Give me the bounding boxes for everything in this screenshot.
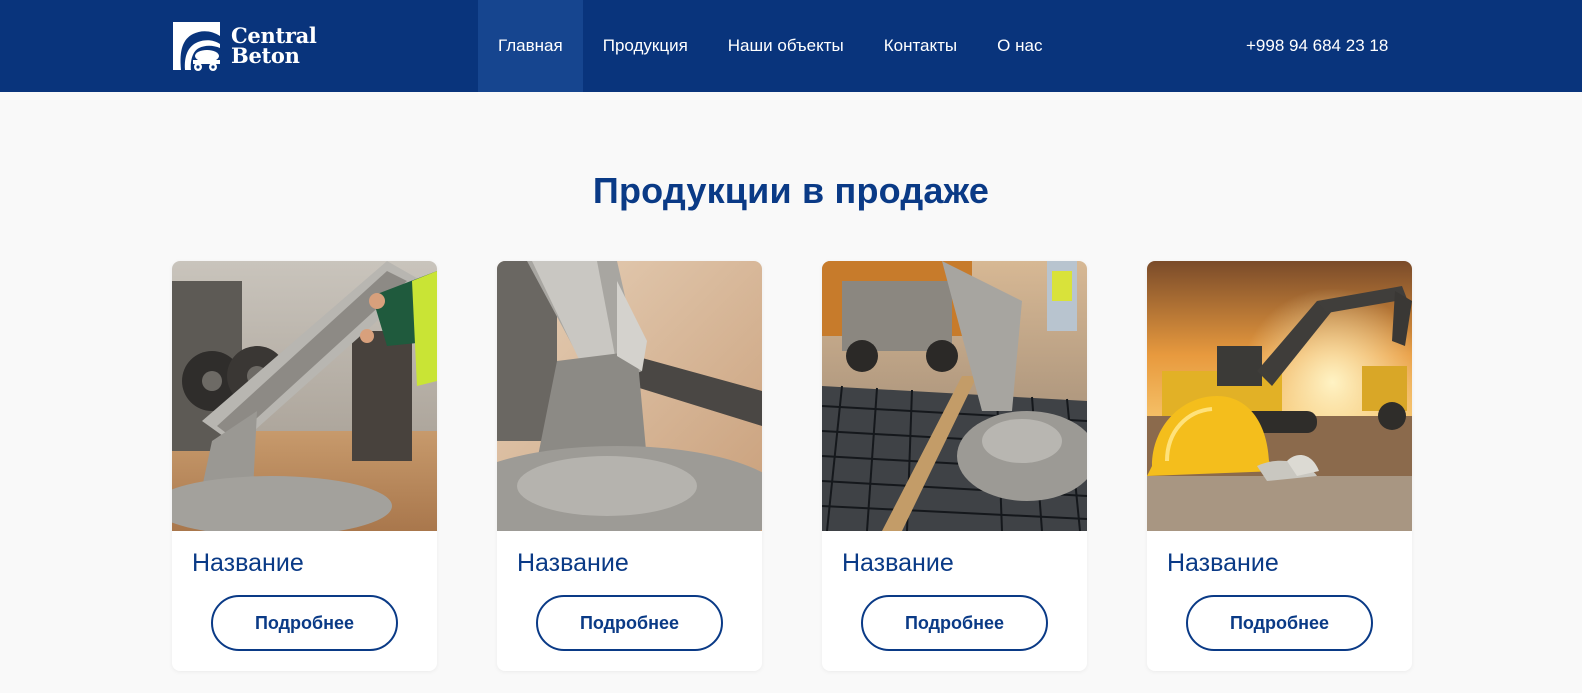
details-button[interactable]: Подробнее (211, 595, 398, 651)
logo-line-2: Beton (231, 42, 300, 68)
nav-item-contacts[interactable]: Контакты (864, 0, 977, 92)
product-card-title: Название (1167, 549, 1279, 577)
site-logo[interactable]: Central Beton (171, 19, 321, 72)
product-card-title: Название (517, 549, 629, 577)
nav-item-home[interactable]: Главная (478, 0, 583, 92)
concrete-pour-closeup-photo (497, 261, 762, 531)
nav-item-products[interactable]: Продукция (583, 0, 708, 92)
product-card: Название Подробнее (497, 261, 762, 671)
product-card: Название Подробнее (1147, 261, 1412, 671)
product-card: Название Подробнее (172, 261, 437, 671)
concrete-rebar-mesh-photo (822, 261, 1087, 531)
concrete-mixer-truck-icon (173, 21, 220, 71)
product-cards: Название Подробнее Название Подробнее На… (172, 261, 1412, 671)
excavator-hardhat-sunset-photo (1147, 261, 1412, 531)
phone-link[interactable]: +998 94 684 23 18 (1246, 0, 1388, 92)
product-card-title: Название (842, 549, 954, 577)
product-card: Название Подробнее (822, 261, 1087, 671)
site-header: Central Beton Главная Продукция Наши объ… (0, 0, 1582, 92)
product-card-title: Название (192, 549, 304, 577)
concrete-chute-pouring-photo (172, 261, 437, 531)
details-button[interactable]: Подробнее (1186, 595, 1373, 651)
logo-wordmark: Central Beton (231, 25, 317, 68)
nav-item-about[interactable]: О нас (977, 0, 1062, 92)
details-button[interactable]: Подробнее (536, 595, 723, 651)
section-title: Продукции в продаже (592, 170, 990, 211)
main-nav: Главная Продукция Наши объекты Контакты … (478, 0, 1062, 92)
nav-item-projects[interactable]: Наши объекты (708, 0, 864, 92)
details-button[interactable]: Подробнее (861, 595, 1048, 651)
